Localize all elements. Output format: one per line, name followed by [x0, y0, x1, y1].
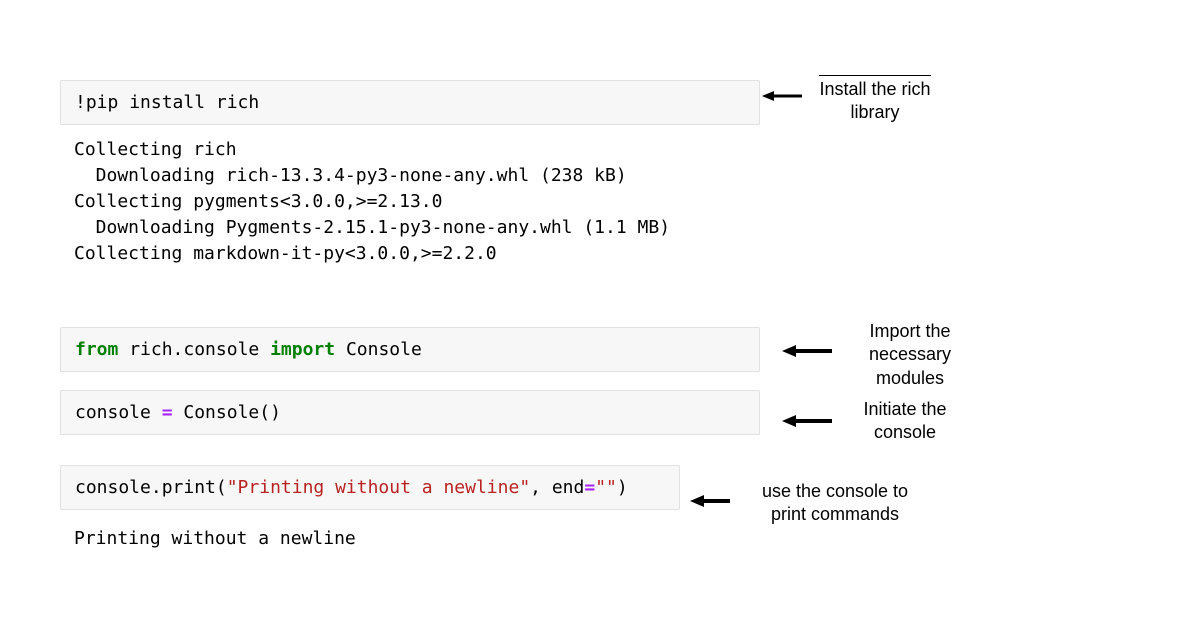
keyword-import: import	[270, 339, 335, 360]
output-line: Downloading Pygments-2.15.1-py3-none-any…	[74, 217, 670, 238]
output-line: Collecting markdown-it-py<3.0.0,>=2.2.0	[74, 243, 497, 264]
annotation-import: Import the necessary modules	[845, 320, 975, 390]
code-text: )	[617, 477, 628, 498]
code-cell-import[interactable]: from rich.console import Console	[60, 327, 760, 372]
annotation-text: Install the rich library	[819, 75, 930, 125]
output-line: Collecting rich	[74, 139, 237, 160]
code-text: console.print(	[75, 477, 227, 498]
code-text: rich.console	[118, 339, 270, 360]
arrow-icon	[782, 414, 832, 428]
operator-eq: =	[584, 477, 595, 498]
output-line: Downloading rich-13.3.4-py3-none-any.whl…	[74, 165, 627, 186]
code-bang: !	[75, 92, 86, 113]
code-cell-initiate[interactable]: console = Console()	[60, 390, 760, 435]
output-print: Printing without a newline	[60, 518, 760, 570]
code-cell-print[interactable]: console.print("Printing without a newlin…	[60, 465, 680, 510]
code-cmd: pip install rich	[86, 92, 259, 113]
output-install: Collecting rich Downloading rich-13.3.4-…	[60, 133, 760, 285]
string-literal: ""	[595, 477, 617, 498]
keyword-from: from	[75, 339, 118, 360]
string-literal: "Printing without a newline"	[227, 477, 530, 498]
code-cell-install[interactable]: !pip install rich	[60, 80, 760, 125]
annotation-initiate: Initiate the console	[845, 398, 965, 445]
arrow-icon	[782, 344, 832, 358]
code-text: , end	[530, 477, 584, 498]
annotation-install: Install the rich library	[800, 75, 950, 125]
arrow-icon	[762, 90, 802, 102]
code-text: Console()	[173, 402, 281, 423]
code-text: Console	[335, 339, 422, 360]
operator-eq: =	[162, 402, 173, 423]
output-line: Printing without a newline	[74, 528, 356, 549]
output-line: Collecting pygments<3.0.0,>=2.13.0	[74, 191, 442, 212]
code-text: console	[75, 402, 162, 423]
annotation-use-console: use the console to print commands	[740, 480, 930, 527]
arrow-icon	[690, 494, 730, 508]
